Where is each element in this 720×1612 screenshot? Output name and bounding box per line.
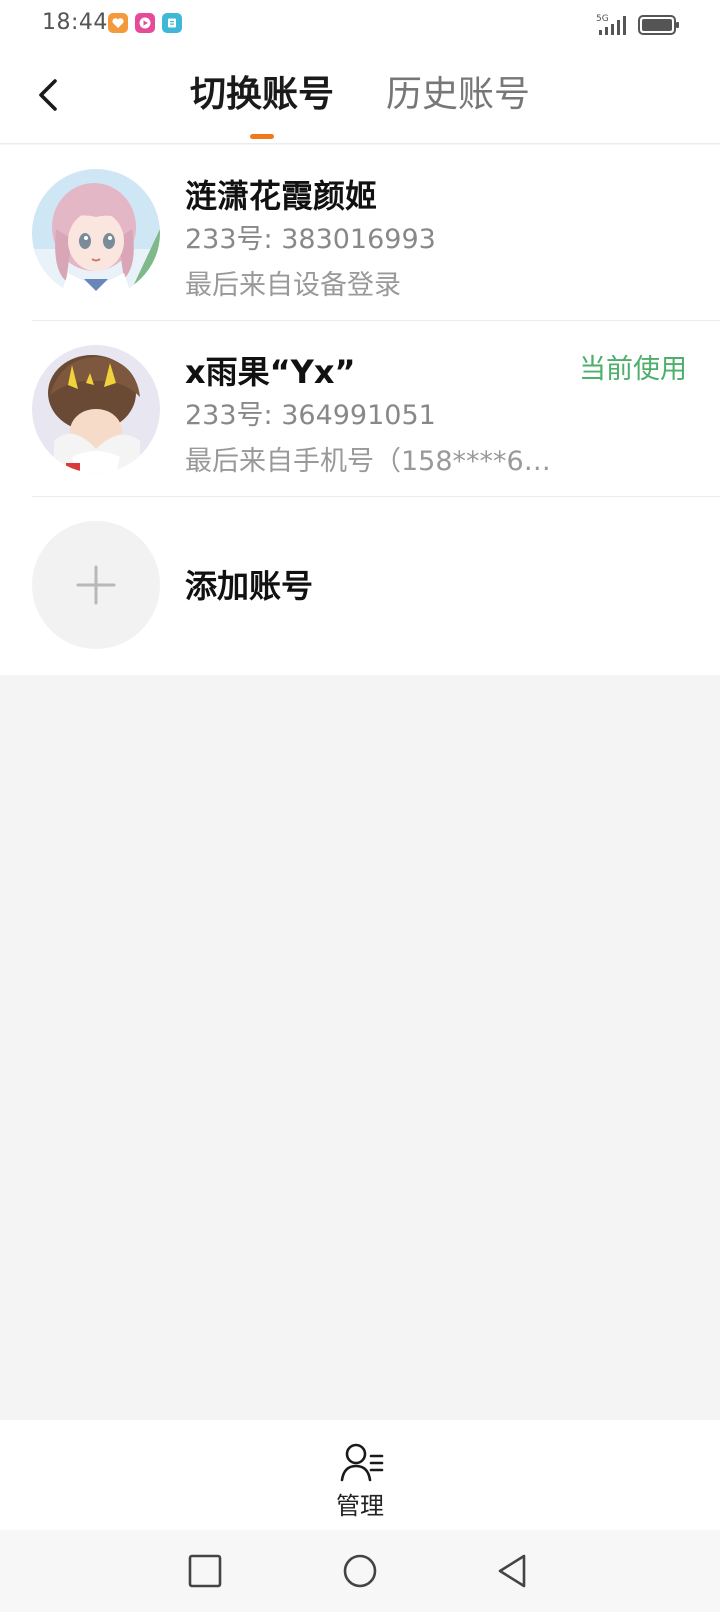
account-name: 涟潇花霞颜姬 [185,177,378,215]
plus-icon [32,521,160,649]
battery-icon [638,15,679,35]
bottom-toolbar: 管理 [0,1420,720,1530]
home-icon[interactable] [341,1552,379,1590]
book-app-icon [162,13,182,33]
status-time: 18:44 [42,10,108,35]
system-nav-bar [0,1530,720,1612]
current-account-badge: 当前使用 [579,354,687,385]
network-type-label: 5G [596,14,609,24]
recent-apps-icon[interactable] [186,1552,224,1590]
account-login-source: 最后来自手机号（158****67... [185,446,565,477]
manage-label: 管理 [336,1492,384,1520]
account-id: 233号: 383016993 [185,224,436,255]
account-name: x雨果“Yx” [185,353,356,391]
avatar [32,169,160,297]
tab-switch-account[interactable]: 切换账号 [190,70,334,120]
manage-button[interactable]: 管理 [320,1442,400,1520]
account-item[interactable]: 涟潇花霞颜姬 233号: 383016993 最后来自设备登录 [0,145,720,321]
play-app-icon [135,13,155,33]
account-list: 涟潇花霞颜姬 233号: 383016993 最后来自设备登录 x雨果“Yx” … [0,145,720,675]
account-id: 233号: 364991051 [185,400,436,431]
header: 切换账号 历史账号 [0,48,720,144]
back-triangle-icon[interactable] [494,1552,532,1590]
status-bar: 18:44 5G [0,0,720,48]
active-tab-indicator [250,134,274,139]
switch-account-screen: 18:44 5G 切换账号 历史账号 涟潇花霞颜姬 233号: 38301699… [0,0,720,1612]
back-arrow-icon[interactable] [26,70,70,120]
user-list-icon [340,1443,384,1482]
heart-app-icon [108,13,128,33]
tab-history-account[interactable]: 历史账号 [386,70,530,120]
account-login-source: 最后来自设备登录 [185,270,401,301]
add-account-button[interactable]: 添加账号 [0,497,720,673]
signal-5g-icon: 5G [596,14,626,35]
account-item[interactable]: x雨果“Yx” 当前使用 233号: 364991051 最后来自手机号（158… [0,321,720,497]
avatar [32,345,160,473]
add-account-label: 添加账号 [185,567,314,605]
